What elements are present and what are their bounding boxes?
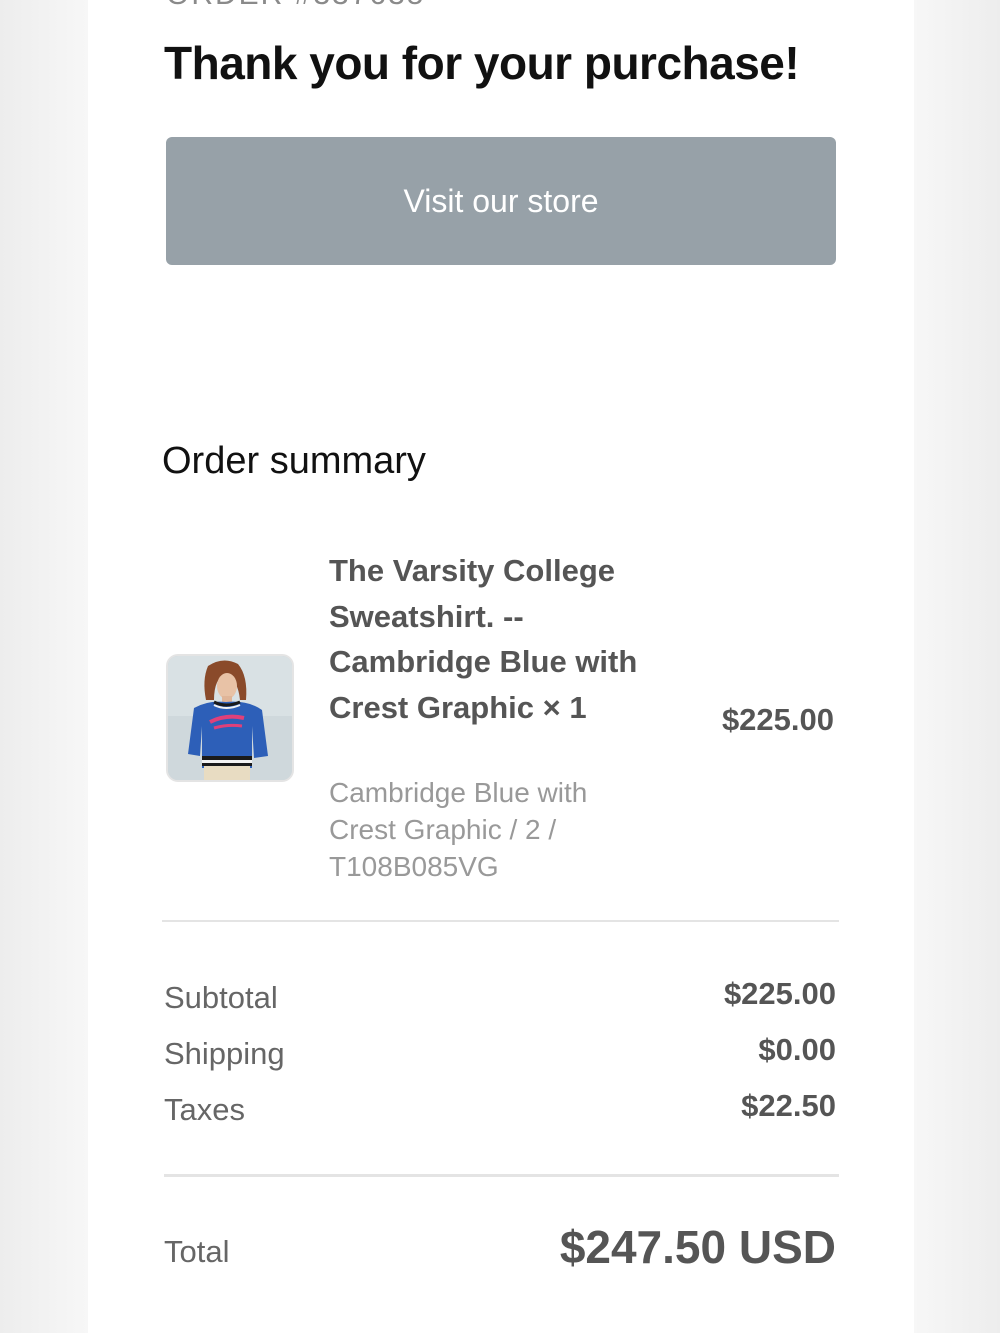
total-value: $247.50 USD: [559, 1221, 836, 1273]
page-backdrop-left: [0, 0, 88, 1333]
subtotal-label: Subtotal: [164, 980, 278, 1015]
product-image: [166, 654, 294, 782]
shipping-label: Shipping: [164, 1036, 285, 1071]
taxes-label: Taxes: [164, 1092, 245, 1127]
order-summary-heading: Order summary: [162, 440, 426, 482]
shipping-value: $0.00: [758, 1032, 836, 1067]
order-number: ORDER #337635: [166, 0, 425, 12]
page-title: Thank you for your purchase!: [164, 37, 800, 89]
sweatshirt-photo-icon: [168, 656, 292, 780]
subtotal-value: $225.00: [723, 976, 836, 1011]
order-confirmation-card: ORDER #337635 Thank you for your purchas…: [88, 0, 914, 1333]
subtotal-row: Subtotal $225.00: [164, 972, 836, 1016]
divider: [164, 1174, 839, 1177]
taxes-row: Taxes $22.50: [164, 1084, 836, 1128]
product-price: $225.00: [721, 702, 834, 737]
shipping-row: Shipping $0.00: [164, 1028, 836, 1072]
product-variant: Cambridge Blue with Crest Graphic / 2 / …: [329, 777, 588, 882]
product-name: The Varsity College Sweatshirt. -- Cambr…: [329, 553, 638, 725]
divider: [162, 920, 839, 922]
page-backdrop-right: [914, 0, 1000, 1333]
taxes-value: $22.50: [741, 1088, 836, 1123]
total-label: Total: [164, 1234, 230, 1269]
visit-store-button[interactable]: Visit our store: [166, 137, 836, 265]
